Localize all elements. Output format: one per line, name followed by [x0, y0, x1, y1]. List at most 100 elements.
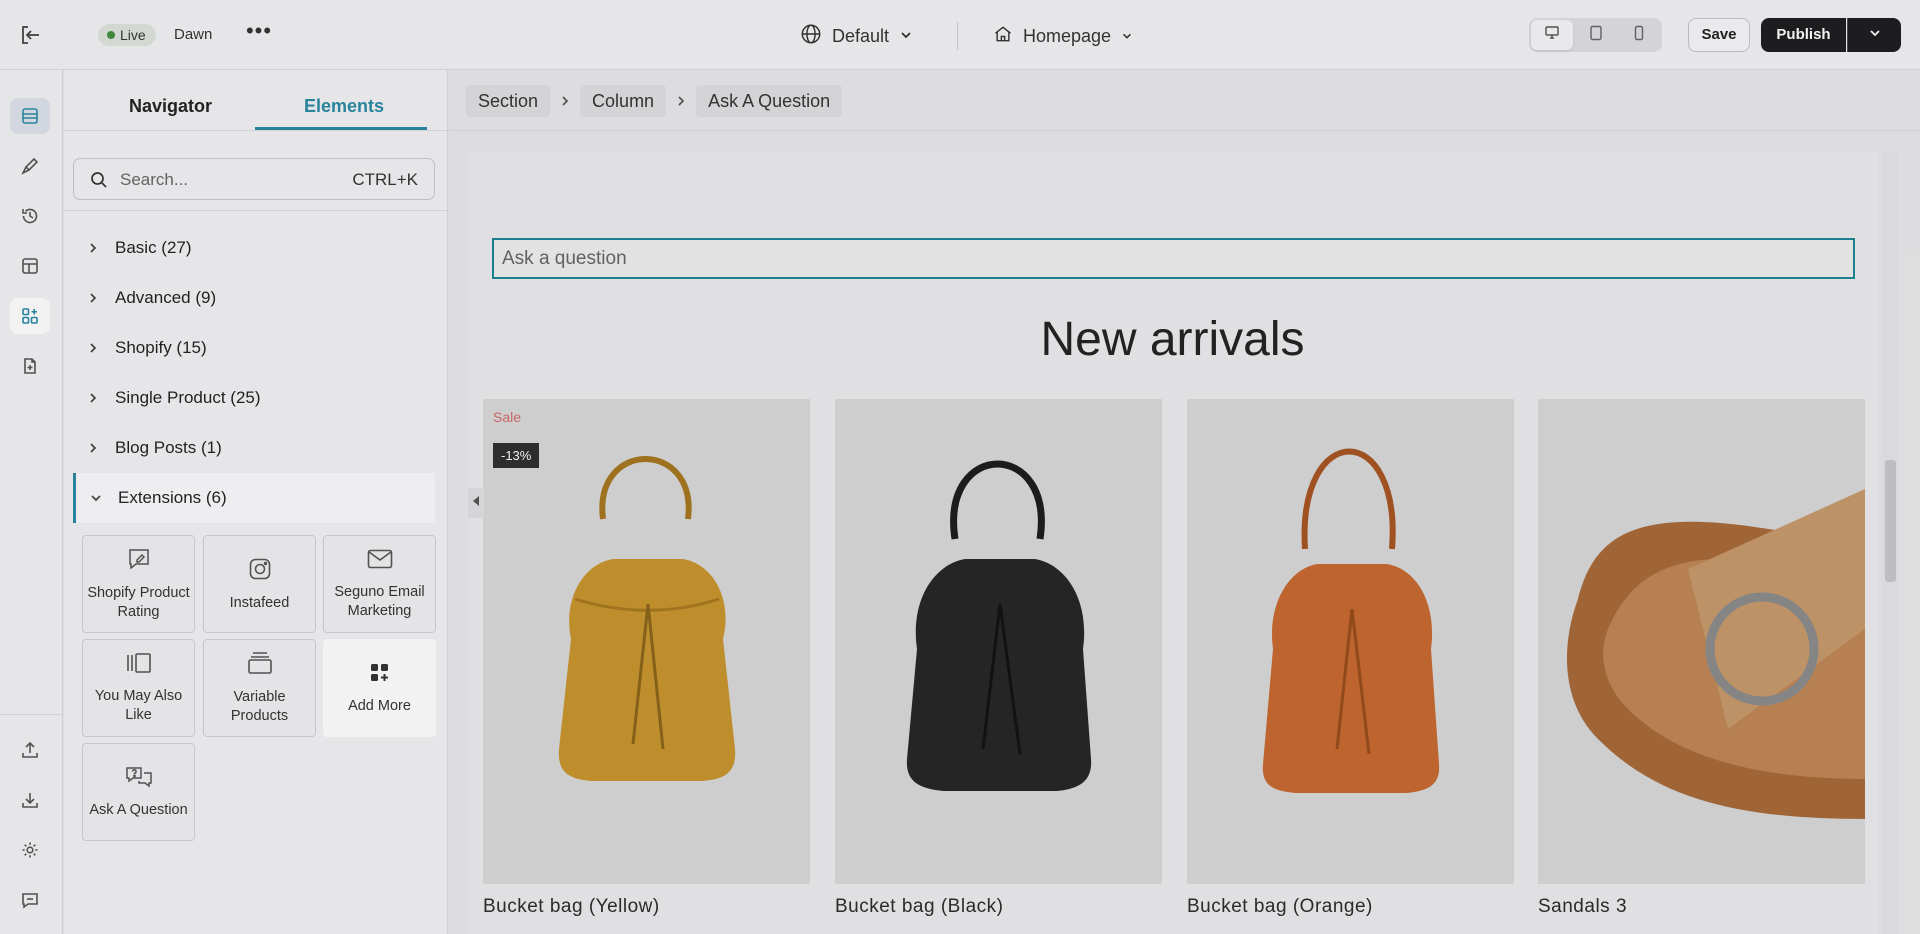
desktop-icon [1544, 25, 1560, 46]
chat-icon[interactable] [10, 882, 50, 918]
carousel-icon [125, 651, 153, 681]
collapse-panel-handle[interactable] [468, 488, 484, 518]
product-name[interactable]: Bucket bag (Orange) [1187, 896, 1514, 918]
category-label: Extensions (6) [118, 488, 227, 507]
divider [64, 130, 448, 131]
instagram-icon [247, 556, 273, 588]
chevron-down-icon [82, 493, 110, 503]
templates-icon[interactable] [10, 248, 50, 284]
category-single-product[interactable]: Single Product (25) [73, 378, 435, 418]
element-variable-products[interactable]: Variable Products [203, 639, 316, 737]
locale-label: Default [832, 25, 890, 46]
divider [64, 210, 448, 211]
layout-icon[interactable] [10, 98, 50, 134]
chevron-right-icon [79, 292, 107, 304]
mobile-view-button[interactable] [1618, 20, 1660, 50]
search-input[interactable] [120, 167, 320, 193]
tab-elements[interactable]: Elements [304, 96, 384, 117]
publish-options-button[interactable] [1847, 18, 1901, 52]
product-card[interactable]: Sale -13% Bucket bag (Yellow) [483, 399, 810, 918]
breadcrumb-section[interactable]: Section [466, 85, 551, 117]
scrollbar-thumb[interactable] [1885, 460, 1896, 582]
product-name[interactable]: Bucket bag (Yellow) [483, 896, 810, 918]
element-instafeed[interactable]: Instafeed [203, 535, 316, 633]
locale-dropdown[interactable]: Default [800, 22, 913, 50]
page-canvas: Ask a question New arrivals Sale -13% Bu… [467, 152, 1878, 934]
chevron-right-icon [560, 94, 570, 108]
page-dropdown[interactable]: Homepage [993, 22, 1133, 50]
category-blog-posts[interactable]: Blog Posts (1) [73, 428, 435, 468]
chevron-right-icon [79, 242, 107, 254]
product-card[interactable]: Bucket bag (Orange) [1187, 399, 1514, 918]
category-label: Blog Posts (1) [115, 438, 222, 457]
brush-icon[interactable] [10, 148, 50, 184]
exit-icon[interactable] [18, 23, 44, 47]
category-shopify[interactable]: Shopify (15) [73, 328, 435, 368]
more-options-icon[interactable]: ••• [245, 20, 273, 48]
upload-icon[interactable] [10, 732, 50, 768]
divider [449, 130, 1920, 131]
chevron-right-icon [79, 342, 107, 354]
chevron-down-icon [1121, 26, 1133, 47]
live-status-badge: Live [98, 24, 156, 46]
product-card[interactable]: Bucket bag (Black) [835, 399, 1162, 918]
left-rail [0, 70, 63, 934]
element-you-may-also-like[interactable]: You May Also Like [82, 639, 195, 737]
tile-label: You May Also Like [94, 688, 183, 723]
canvas-scrollbar[interactable] [1882, 152, 1898, 934]
device-switcher [1529, 18, 1662, 52]
tile-label: Add More [348, 697, 411, 714]
element-ask-a-question[interactable]: Ask A Question [82, 743, 195, 841]
publish-button[interactable]: Publish [1761, 18, 1846, 52]
tablet-view-button[interactable] [1575, 20, 1617, 50]
product-image: Sale -13% [483, 399, 810, 884]
product-card[interactable]: Sandals 3 [1538, 399, 1865, 918]
tile-label: Variable Products [230, 689, 289, 724]
tablet-icon [1589, 25, 1603, 46]
settings-gear-icon[interactable] [10, 832, 50, 868]
element-add-more[interactable]: Add More [323, 639, 436, 737]
chevron-down-icon [1868, 26, 1882, 45]
category-basic[interactable]: Basic (27) [73, 228, 435, 268]
breadcrumb-ask-a-question[interactable]: Ask A Question [696, 85, 843, 117]
category-label: Shopify (15) [115, 338, 207, 357]
product-image [835, 399, 1162, 884]
panel-tabs: Navigator Elements [64, 70, 448, 132]
chevron-right-icon [676, 94, 686, 108]
discount-badge: -13% [493, 443, 540, 468]
product-name[interactable]: Sandals 3 [1538, 896, 1865, 918]
category-extensions[interactable]: Extensions (6) [73, 473, 435, 523]
ask-question-input[interactable]: Ask a question [492, 238, 1855, 279]
category-advanced[interactable]: Advanced (9) [73, 278, 435, 318]
chat-question-icon [124, 765, 154, 795]
desktop-view-button[interactable] [1531, 20, 1573, 50]
home-icon [993, 24, 1013, 49]
stack-icon [246, 650, 274, 682]
download-icon[interactable] [10, 782, 50, 818]
save-button[interactable]: Save [1688, 18, 1750, 52]
mobile-icon [1633, 25, 1645, 46]
product-name[interactable]: Bucket bag (Black) [835, 896, 1162, 918]
element-shopify-product-rating[interactable]: Shopify Product Rating [82, 535, 195, 633]
add-page-icon[interactable] [10, 348, 50, 384]
product-image [1538, 399, 1865, 884]
elements-icon[interactable] [10, 298, 50, 334]
search-shortcut-hint: CTRL+K [352, 170, 418, 189]
product-image [1187, 399, 1514, 884]
history-icon[interactable] [10, 198, 50, 234]
category-label: Single Product (25) [115, 388, 261, 407]
breadcrumb: Section Column Ask A Question [466, 85, 843, 117]
breadcrumb-column[interactable]: Column [580, 85, 667, 117]
chevron-right-icon [79, 442, 107, 454]
tile-label: Instafeed [229, 594, 290, 611]
globe-icon [800, 23, 822, 50]
rating-icon [126, 546, 152, 578]
element-seguno-email-marketing[interactable]: Seguno Email Marketing [323, 535, 436, 633]
category-label: Basic (27) [115, 238, 192, 257]
top-bar: Live Dawn ••• Default Homepage Save Publ… [0, 0, 1920, 70]
tile-label: Seguno Email Marketing [334, 584, 425, 619]
email-icon [366, 547, 394, 577]
divider [0, 714, 63, 715]
divider [957, 22, 958, 50]
tab-navigator[interactable]: Navigator [129, 96, 212, 117]
